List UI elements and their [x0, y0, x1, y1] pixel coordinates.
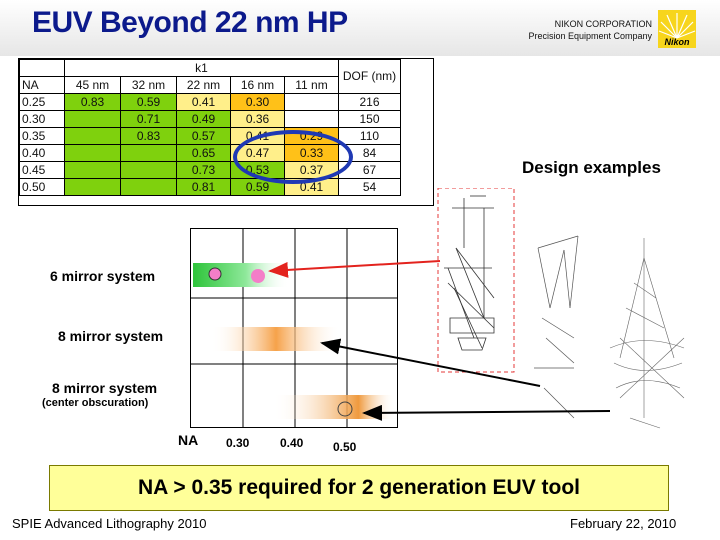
node-header: 32 nm	[120, 76, 177, 94]
k1-cell: 0.73	[176, 161, 231, 179]
table-row: 0.30 0.71 0.49 0.36 150	[19, 110, 401, 128]
tick-label: 0.50	[333, 440, 357, 454]
table-corner	[19, 59, 65, 77]
selected-design-frame	[437, 188, 515, 373]
k1-group-header: k1	[64, 59, 339, 77]
k1-cell: 0.71	[120, 110, 177, 128]
na-value: 0.30	[19, 110, 65, 128]
conclusion-banner: NA > 0.35 required for 2 generation EUV …	[49, 465, 669, 511]
tick-label: 0.30	[226, 436, 250, 450]
range-bar-6-mirror	[193, 263, 289, 287]
row-label-6-mirror: 6 mirror system	[50, 268, 156, 284]
dof-value: 110	[338, 127, 401, 145]
na-value: 0.40	[19, 144, 65, 162]
slide-title: EUV Beyond 22 nm HP	[32, 6, 348, 39]
footer-date: February 22, 2010	[570, 516, 677, 531]
design-drawing-8-mirror	[534, 235, 579, 419]
table-row: 0.50 0.81 0.59 0.41 54	[19, 178, 401, 196]
k1-cell	[284, 110, 339, 128]
dof-value: 54	[338, 178, 401, 196]
na-value: 0.35	[19, 127, 65, 145]
k1-cell	[120, 178, 177, 196]
table-row: 0.25 0.83 0.59 0.41 0.30 216	[19, 93, 401, 111]
range-bar-8-mirror	[211, 327, 341, 351]
k1-cell	[120, 144, 177, 162]
node-header: 11 nm	[284, 76, 339, 94]
k1-cell: 0.81	[176, 178, 231, 196]
na-value: 0.45	[19, 161, 65, 179]
na-value: 0.25	[19, 93, 65, 111]
k1-cell	[64, 127, 121, 145]
row-label-8-mirror-obscuration: 8 mirror system	[52, 380, 158, 396]
company-info: NIKON CORPORATION Precision Equipment Co…	[520, 18, 652, 42]
company-name: NIKON CORPORATION	[554, 19, 652, 29]
dof-header: DOF (nm)	[338, 59, 401, 94]
dof-value: 216	[338, 93, 401, 111]
k1-cell	[284, 93, 339, 111]
k1-cell	[64, 110, 121, 128]
design-point-marker	[208, 267, 222, 281]
nikon-logo: Nikon	[658, 10, 696, 48]
row-sublabel: (center obscuration)	[42, 397, 149, 409]
na-value: 0.50	[19, 178, 65, 196]
k1-cell: 0.59	[120, 93, 177, 111]
slide-header: EUV Beyond 22 nm HP NIKON CORPORATION Pr…	[0, 0, 720, 56]
k1-cell: 0.49	[176, 110, 231, 128]
logo-text: Nikon	[664, 37, 690, 47]
k1-cell: 0.57	[176, 127, 231, 145]
design-point-marker	[251, 269, 265, 283]
k1-cell: 0.36	[230, 110, 285, 128]
k1-cell	[64, 144, 121, 162]
k1-cell	[64, 178, 121, 196]
design-example-drawings	[437, 188, 685, 429]
k1-cell: 0.83	[64, 93, 121, 111]
k1-cell: 0.83	[120, 127, 177, 145]
na-chart-svg	[191, 229, 397, 427]
k1-cell	[120, 161, 177, 179]
k1-table: k1 DOF (nm) NA 45 nm 32 nm 22 nm 16 nm 1…	[18, 58, 434, 206]
range-bar-8-mirror-obscuration	[273, 395, 395, 419]
node-header: 22 nm	[176, 76, 231, 94]
design-drawing-8-mirror-obscuration	[609, 238, 685, 429]
k1-cell: 0.30	[230, 93, 285, 111]
axis-label: NA	[178, 432, 199, 448]
node-header: 45 nm	[64, 76, 121, 94]
row-label-8-mirror: 8 mirror system	[58, 328, 164, 344]
k1-cell: 0.41	[176, 93, 231, 111]
node-header: 16 nm	[230, 76, 285, 94]
tick-label: 0.40	[280, 436, 304, 450]
k1-cell	[64, 161, 121, 179]
k1-cell: 0.65	[176, 144, 231, 162]
design-drawing-6-mirror	[444, 195, 495, 351]
na-chart	[190, 228, 398, 428]
highlight-ellipse	[233, 130, 353, 184]
company-division: Precision Equipment Company	[528, 31, 652, 41]
dof-value: 150	[338, 110, 401, 128]
footer-conference: SPIE Advanced Lithography 2010	[12, 516, 207, 531]
na-header: NA	[19, 76, 65, 94]
design-examples-label: Design examples	[522, 158, 661, 177]
